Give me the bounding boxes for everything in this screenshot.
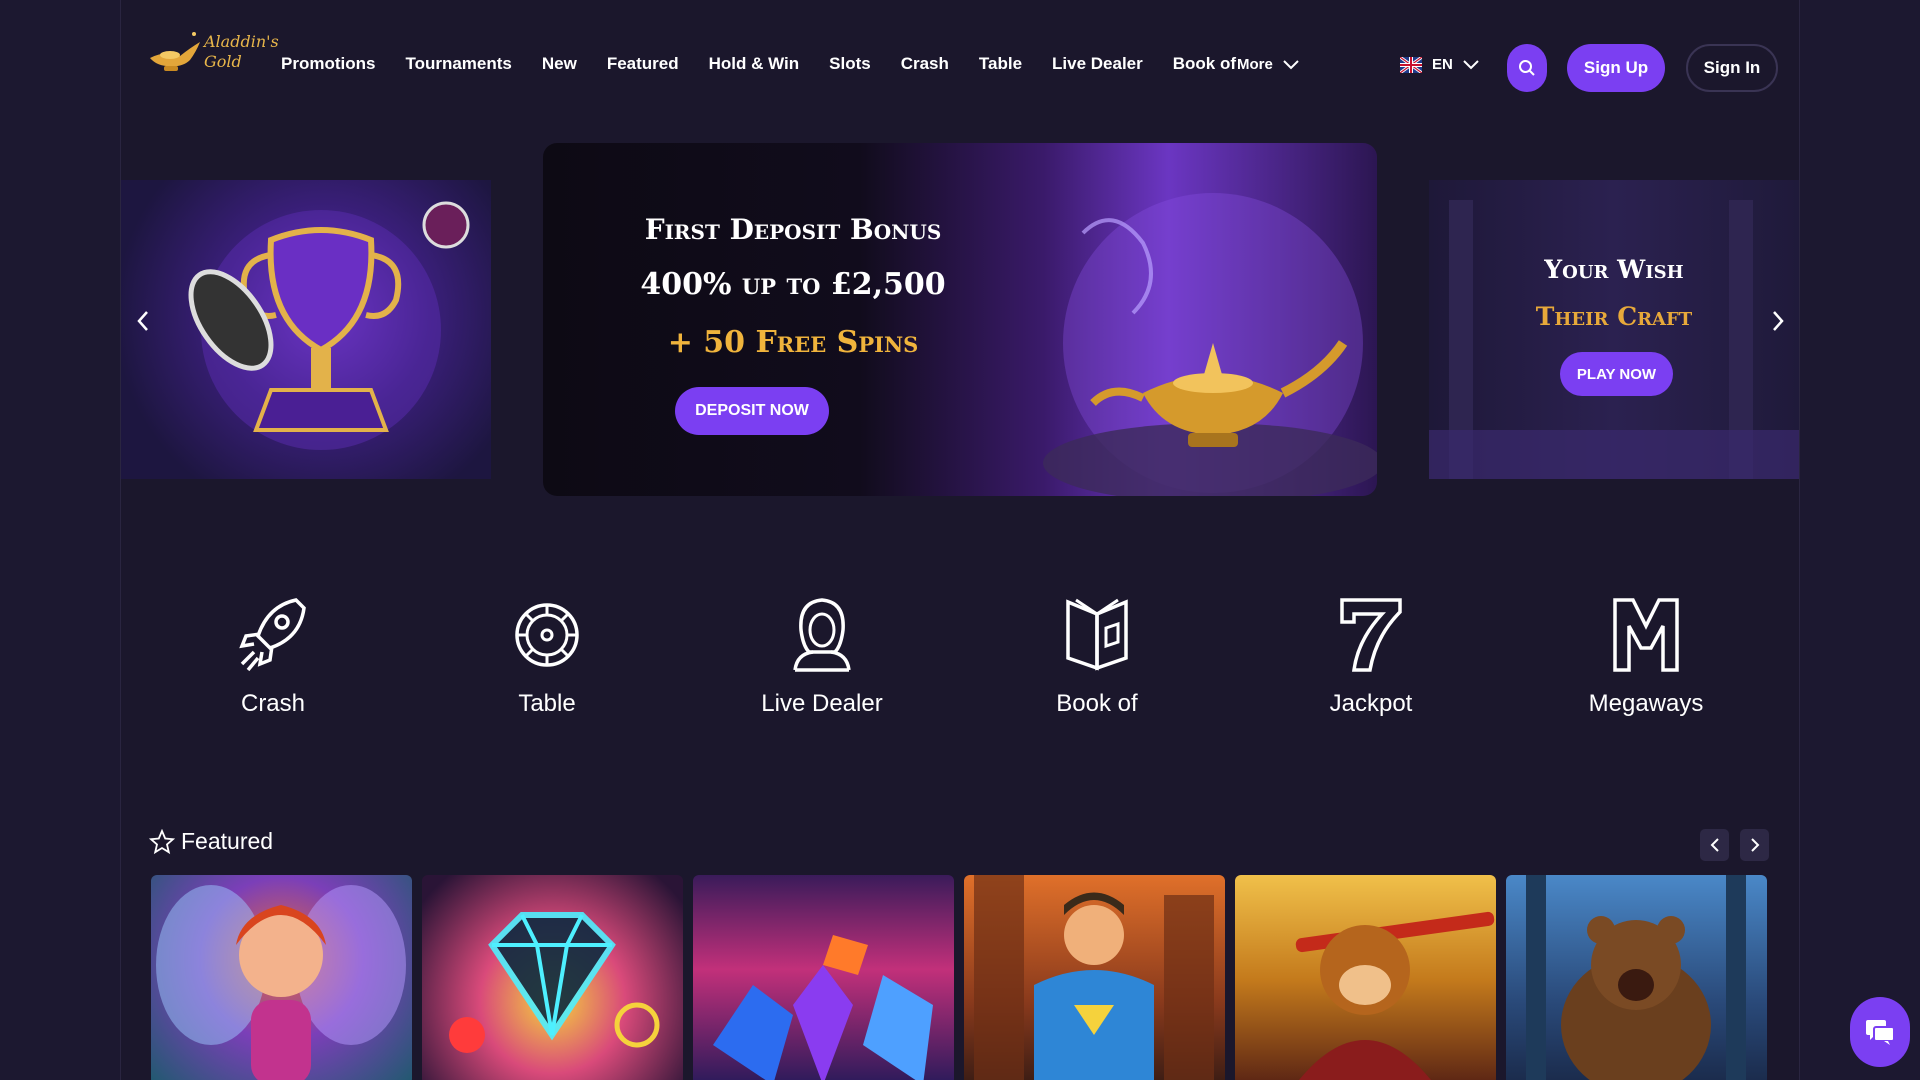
promo-amount: 400% up to £2,500 bbox=[640, 267, 946, 302]
featured-header: Featured bbox=[149, 828, 273, 855]
superhero-thumbnail bbox=[974, 875, 1214, 1080]
category-label: Jackpot bbox=[1329, 690, 1413, 717]
neon-diamond-thumbnail bbox=[449, 912, 660, 1053]
featured-prev-button[interactable] bbox=[1700, 829, 1729, 861]
promo-title-secondary: Your Wish bbox=[1544, 255, 1684, 284]
category-label: Book of bbox=[1056, 690, 1138, 717]
bear-thumbnail bbox=[1526, 875, 1746, 1080]
search-icon bbox=[1519, 60, 1535, 76]
chevron-right-icon bbox=[1773, 311, 1784, 331]
language-label: EN bbox=[1432, 56, 1453, 73]
section-title: Featured bbox=[181, 828, 274, 854]
category-label: Table bbox=[518, 690, 576, 717]
category-jackpot[interactable]: Jackpot bbox=[1271, 596, 1471, 718]
carousel-prev-button[interactable] bbox=[128, 306, 158, 336]
category-book-of[interactable]: Book of bbox=[997, 596, 1197, 718]
live-chat-button[interactable] bbox=[1850, 997, 1910, 1067]
roulette-icon bbox=[515, 603, 579, 667]
deposit-now-button[interactable]: DEPOSIT NOW bbox=[675, 387, 829, 435]
nav-new[interactable]: New bbox=[542, 54, 577, 74]
book-icon bbox=[1066, 598, 1128, 671]
game-card-superhero[interactable] bbox=[964, 875, 1225, 1080]
nav-table[interactable]: Table bbox=[979, 54, 1022, 74]
main-nav: Promotions Tournaments New Featured Hold… bbox=[281, 54, 1266, 74]
nav-hold-win[interactable]: Hold & Win bbox=[709, 54, 800, 74]
nav-promotions[interactable]: Promotions bbox=[281, 54, 375, 74]
sign-in-button[interactable]: Sign In bbox=[1686, 44, 1778, 92]
promo-title: First Deposit Bonus bbox=[644, 213, 942, 246]
nav-crash[interactable]: Crash bbox=[901, 54, 949, 74]
game-card-fairy[interactable] bbox=[151, 875, 412, 1080]
sign-up-button[interactable]: Sign Up bbox=[1567, 44, 1665, 92]
carousel-slide-prev[interactable] bbox=[121, 180, 491, 479]
promo-subtitle-secondary: Their Craft bbox=[1535, 302, 1693, 331]
carousel-next-button[interactable] bbox=[1763, 306, 1793, 336]
category-table[interactable]: Table bbox=[447, 596, 647, 718]
lamp-icon bbox=[150, 32, 200, 71]
dealer-icon bbox=[793, 598, 851, 672]
game-card-monkey-king[interactable] bbox=[1235, 875, 1496, 1080]
chevron-left-icon bbox=[1710, 838, 1719, 852]
nav-featured[interactable]: Featured bbox=[607, 54, 679, 74]
chevron-left-icon bbox=[137, 311, 148, 331]
category-label: Crash bbox=[240, 690, 306, 717]
nav-tournaments[interactable]: Tournaments bbox=[405, 54, 511, 74]
magic-lamp-image bbox=[1043, 193, 1377, 496]
carousel-slide-active[interactable]: First Deposit Bonus 400% up to £2,500 + … bbox=[543, 143, 1377, 496]
category-live-dealer[interactable]: Live Dealer bbox=[722, 596, 922, 718]
game-card-neon-diamond[interactable] bbox=[422, 875, 683, 1080]
nav-more-label: More bbox=[1237, 56, 1273, 73]
promo-free-spins: + 50 Free Spins bbox=[667, 325, 919, 360]
fairy-thumbnail bbox=[156, 885, 406, 1080]
chat-icon bbox=[1866, 1020, 1895, 1045]
chevron-right-icon bbox=[1750, 838, 1759, 852]
seven-icon bbox=[1340, 598, 1402, 672]
logo-text: Aladdin's Gold bbox=[204, 32, 279, 71]
star-icon bbox=[149, 828, 175, 854]
uk-flag-icon bbox=[1400, 56, 1422, 73]
category-crash[interactable]: Crash bbox=[173, 596, 373, 718]
rocket-icon bbox=[239, 598, 306, 672]
nav-live-dealer[interactable]: Live Dealer bbox=[1052, 54, 1143, 74]
monkey-king-thumbnail bbox=[1295, 911, 1495, 1080]
game-card-bear[interactable] bbox=[1506, 875, 1767, 1080]
category-label: Megaways bbox=[1588, 690, 1704, 717]
trophy-image bbox=[188, 201, 470, 450]
carousel-slide-next[interactable]: Your Wish Their Craft PLAY NOW bbox=[1429, 180, 1799, 479]
play-now-button[interactable]: PLAY NOW bbox=[1560, 352, 1673, 396]
chevron-down-icon bbox=[1463, 59, 1479, 69]
logo[interactable]: Aladdin's Gold bbox=[146, 28, 279, 78]
search-button[interactable] bbox=[1507, 44, 1547, 92]
language-selector[interactable]: EN bbox=[1400, 56, 1479, 73]
game-card-gems[interactable] bbox=[693, 875, 954, 1080]
chevron-down-icon bbox=[1283, 59, 1299, 69]
category-shortcuts: Crash Table Live Dealer Book of Jackpot … bbox=[150, 596, 1770, 736]
category-megaways[interactable]: Megaways bbox=[1546, 596, 1746, 718]
gems-thumbnail bbox=[713, 935, 933, 1080]
category-label: Live Dealer bbox=[761, 690, 883, 717]
megaways-icon bbox=[1613, 598, 1679, 672]
featured-next-button[interactable] bbox=[1740, 829, 1769, 861]
nav-slots[interactable]: Slots bbox=[829, 54, 871, 74]
nav-book-of[interactable]: Book of bbox=[1173, 54, 1236, 74]
nav-more-dropdown[interactable]: More bbox=[1237, 56, 1299, 73]
